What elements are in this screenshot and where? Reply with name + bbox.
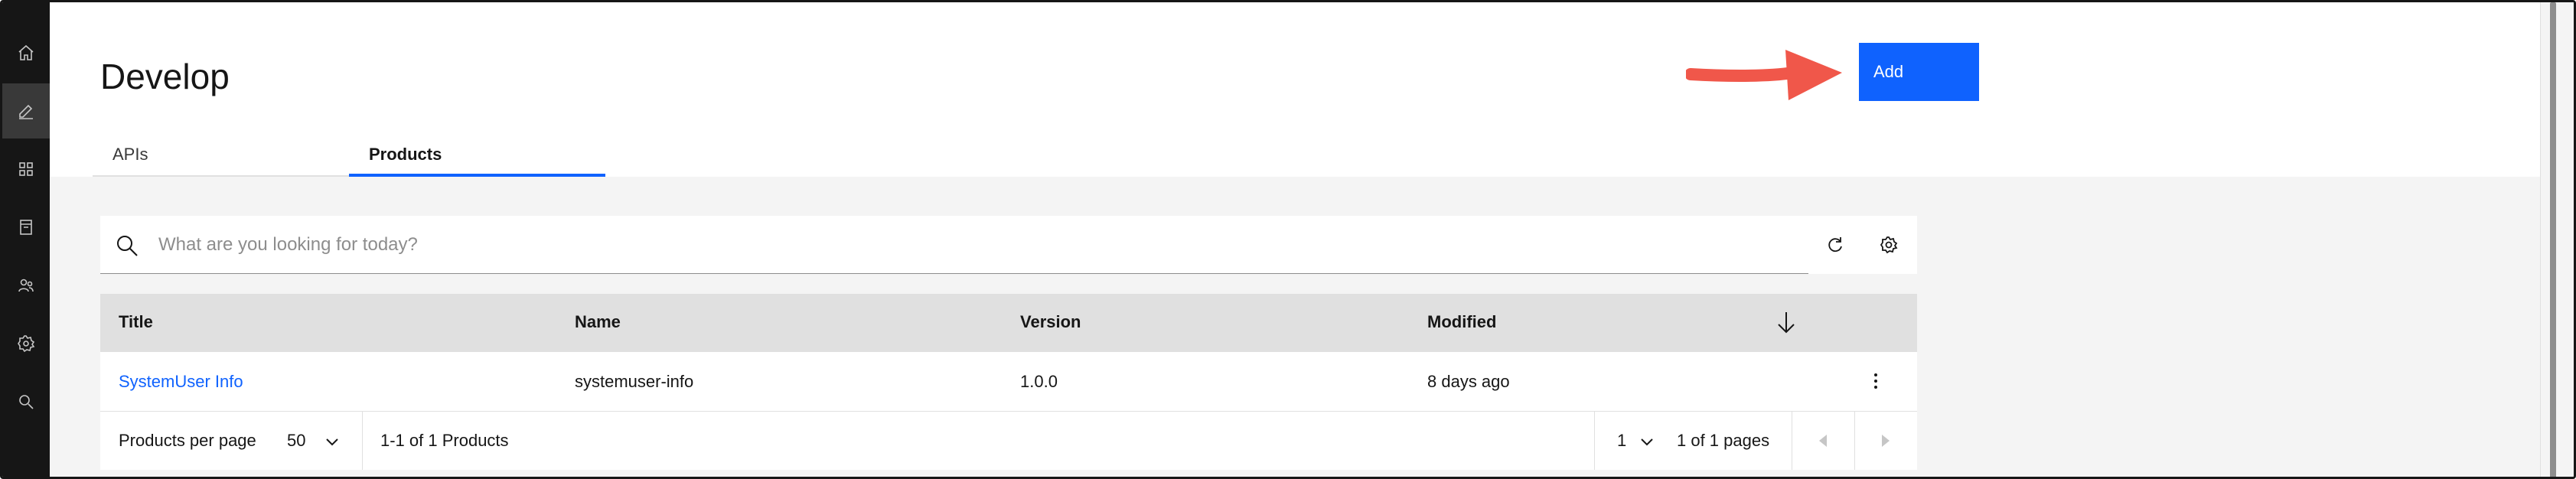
row-title-link[interactable]: SystemUser Info (119, 372, 243, 392)
items-per-page-label: Products per page (119, 431, 256, 450)
previous-page-button[interactable] (1792, 412, 1854, 470)
catalog-icon (20, 220, 32, 235)
nav-search[interactable] (2, 374, 50, 429)
nav-members[interactable] (2, 258, 50, 313)
item-range-text: 1-1 of 1 Products (380, 431, 509, 450)
nav-catalog[interactable] (2, 200, 50, 255)
row-version: 1.0.0 (1020, 372, 1058, 391)
products-table: Title Name Version Modified SystemUser I… (100, 294, 1917, 470)
page-count-text: 1 of 1 pages (1677, 431, 1770, 450)
table-header-row: Title Name Version Modified (100, 294, 1917, 352)
column-header-title[interactable]: Title (119, 312, 153, 332)
sort-arrow-down-icon[interactable] (1775, 309, 1798, 335)
caret-left-icon (1819, 435, 1827, 447)
table-row: SystemUser Info systemuser-info 1.0.0 8 … (100, 352, 1917, 412)
search-icon (19, 395, 34, 409)
pagination-bar: Products per page 50 1-1 of 1 Products 1… (100, 412, 1917, 470)
caret-right-icon (1882, 435, 1890, 447)
column-header-name[interactable]: Name (575, 312, 621, 332)
search-box (100, 216, 1808, 274)
page-header: Develop Add APIs Products (50, 2, 2545, 177)
nav-develop[interactable] (2, 83, 50, 138)
callout-arrow-icon (1686, 50, 1842, 100)
left-nav-rail (2, 2, 50, 477)
nav-home[interactable] (2, 25, 50, 80)
refresh-icon (1828, 237, 1842, 253)
tab-products[interactable]: Products (349, 134, 605, 177)
row-modified: 8 days ago (1427, 372, 1510, 391)
settings-gear-icon (18, 335, 35, 353)
tab-apis[interactable]: APIs (93, 134, 349, 177)
add-button[interactable]: Add (1859, 43, 1979, 101)
table-settings-button[interactable] (1862, 216, 1916, 274)
scrollbar-thumb[interactable] (2550, 2, 2556, 477)
vertical-scrollbar[interactable] (2540, 2, 2574, 477)
row-name: systemuser-info (575, 372, 694, 391)
column-header-version[interactable]: Version (1020, 312, 1081, 332)
pager-divider (362, 412, 363, 470)
pager-divider (1594, 412, 1595, 470)
gear-icon (1880, 236, 1898, 254)
page-title: Develop (100, 57, 230, 96)
row-overflow-menu-button[interactable] (1860, 366, 1891, 396)
nav-settings[interactable] (2, 316, 50, 371)
search-icon (117, 236, 138, 256)
refresh-button[interactable] (1808, 216, 1862, 274)
overflow-menu-icon (1874, 373, 1877, 389)
page-select[interactable]: 1 (1617, 431, 1626, 451)
develop-edit-icon (19, 104, 33, 119)
chevron-down-icon[interactable] (325, 438, 339, 447)
table-toolbar (100, 216, 1917, 274)
members-icon (18, 279, 34, 292)
column-header-modified[interactable]: Modified (1427, 312, 1496, 332)
chevron-down-icon[interactable] (1640, 438, 1654, 447)
search-input[interactable] (158, 228, 1781, 262)
main-content: Title Name Version Modified SystemUser I… (50, 177, 2545, 477)
nav-manage[interactable] (2, 142, 50, 197)
items-per-page-select[interactable]: 50 (287, 431, 305, 451)
apps-grid-icon (19, 162, 33, 176)
next-page-button[interactable] (1854, 412, 1917, 470)
home-icon (18, 44, 34, 60)
app-window: Develop Add APIs Products What are you l… (0, 0, 2576, 479)
